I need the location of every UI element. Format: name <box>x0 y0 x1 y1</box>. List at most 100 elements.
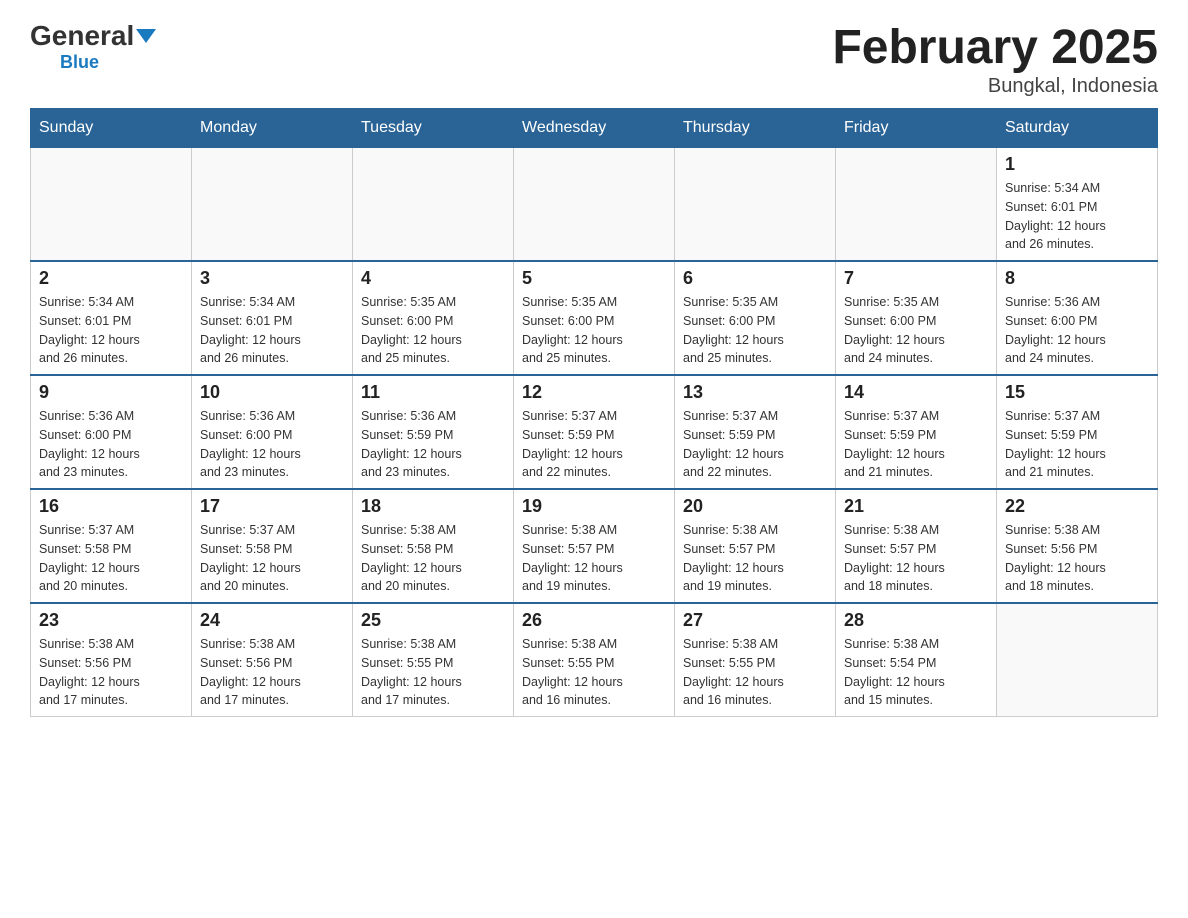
day-info: Sunrise: 5:36 AMSunset: 6:00 PMDaylight:… <box>39 407 183 482</box>
table-row: 2Sunrise: 5:34 AMSunset: 6:01 PMDaylight… <box>31 261 192 375</box>
table-row <box>31 148 192 262</box>
day-number: 19 <box>522 496 666 517</box>
day-info: Sunrise: 5:37 AMSunset: 5:59 PMDaylight:… <box>683 407 827 482</box>
table-row: 3Sunrise: 5:34 AMSunset: 6:01 PMDaylight… <box>192 261 353 375</box>
col-saturday: Saturday <box>997 109 1158 148</box>
day-info: Sunrise: 5:38 AMSunset: 5:56 PMDaylight:… <box>200 635 344 710</box>
table-row: 4 Sunrise: 5:35 AMSunset: 6:00 PMDaylight… <box>353 261 514 375</box>
day-number: 6 <box>683 268 827 289</box>
day-number: 13 <box>683 382 827 403</box>
day-info: Sunrise: 5:37 AMSunset: 5:59 PMDaylight:… <box>522 407 666 482</box>
col-friday: Friday <box>836 109 997 148</box>
day-info: Sunrise: 5:35 AMSunset: 6:00 PMDaylight:… <box>361 293 505 368</box>
day-number: 18 <box>361 496 505 517</box>
page-header: General Blue February 2025 Bungkal, Indo… <box>30 20 1158 98</box>
table-row <box>192 148 353 262</box>
table-row: 15 Sunrise: 5:37 AMSunset: 5:59 PMDayligh… <box>997 375 1158 489</box>
day-info: Sunrise: 5:38 AMSunset: 5:57 PMDaylight:… <box>522 521 666 596</box>
table-row: 22 Sunrise: 5:38 AMSunset: 5:56 PMDayligh… <box>997 489 1158 603</box>
table-row: 11 Sunrise: 5:36 AMSunset: 5:59 PMDayligh… <box>353 375 514 489</box>
table-row: 17 Sunrise: 5:37 AMSunset: 5:58 PMDayligh… <box>192 489 353 603</box>
table-row: 18 Sunrise: 5:38 AMSunset: 5:58 PMDayligh… <box>353 489 514 603</box>
table-row: 20 Sunrise: 5:38 AMSunset: 5:57 PMDayligh… <box>675 489 836 603</box>
day-number: 26 <box>522 610 666 631</box>
day-info: Sunrise: 5:38 AMSunset: 5:54 PMDaylight:… <box>844 635 988 710</box>
calendar-week-row: 16Sunrise: 5:37 AMSunset: 5:58 PMDayligh… <box>31 489 1158 603</box>
col-thursday: Thursday <box>675 109 836 148</box>
day-info: Sunrise: 5:38 AMSunset: 5:57 PMDaylight:… <box>844 521 988 596</box>
table-row: 28 Sunrise: 5:38 AMSunset: 5:54 PMDayligh… <box>836 603 997 717</box>
day-number: 24 <box>200 610 344 631</box>
day-number: 15 <box>1005 382 1149 403</box>
table-row: 14 Sunrise: 5:37 AMSunset: 5:59 PMDayligh… <box>836 375 997 489</box>
day-number: 20 <box>683 496 827 517</box>
table-row: 7 Sunrise: 5:35 AMSunset: 6:00 PMDaylight… <box>836 261 997 375</box>
table-row: 26 Sunrise: 5:38 AMSunset: 5:55 PMDayligh… <box>514 603 675 717</box>
col-tuesday: Tuesday <box>353 109 514 148</box>
day-number: 7 <box>844 268 988 289</box>
day-number: 21 <box>844 496 988 517</box>
day-number: 4 <box>361 268 505 289</box>
day-number: 11 <box>361 382 505 403</box>
day-info: Sunrise: 5:37 AMSunset: 5:58 PMDaylight:… <box>200 521 344 596</box>
col-sunday: Sunday <box>31 109 192 148</box>
table-row <box>514 148 675 262</box>
calendar-week-row: 23 Sunrise: 5:38 AMSunset: 5:56 PMDayligh… <box>31 603 1158 717</box>
day-info: Sunrise: 5:38 AMSunset: 5:55 PMDaylight:… <box>361 635 505 710</box>
day-number: 9 <box>39 382 183 403</box>
calendar-table: Sunday Monday Tuesday Wednesday Thursday… <box>30 108 1158 717</box>
day-info: Sunrise: 5:34 AMSunset: 6:01 PMDaylight:… <box>1005 179 1149 254</box>
table-row: 6 Sunrise: 5:35 AMSunset: 6:00 PMDaylight… <box>675 261 836 375</box>
day-number: 28 <box>844 610 988 631</box>
month-title: February 2025 <box>832 20 1158 75</box>
table-row: 25 Sunrise: 5:38 AMSunset: 5:55 PMDayligh… <box>353 603 514 717</box>
day-number: 5 <box>522 268 666 289</box>
day-number: 1 <box>1005 154 1149 175</box>
day-number: 12 <box>522 382 666 403</box>
table-row <box>353 148 514 262</box>
table-row: 1 Sunrise: 5:34 AMSunset: 6:01 PMDaylight… <box>997 148 1158 262</box>
logo: General Blue <box>30 20 156 73</box>
calendar-week-row: 2Sunrise: 5:34 AMSunset: 6:01 PMDaylight… <box>31 261 1158 375</box>
day-info: Sunrise: 5:36 AMSunset: 6:00 PMDaylight:… <box>200 407 344 482</box>
calendar-week-row: 1 Sunrise: 5:34 AMSunset: 6:01 PMDaylight… <box>31 148 1158 262</box>
table-row: 19 Sunrise: 5:38 AMSunset: 5:57 PMDayligh… <box>514 489 675 603</box>
day-info: Sunrise: 5:38 AMSunset: 5:56 PMDaylight:… <box>1005 521 1149 596</box>
logo-general-text: General <box>30 20 134 52</box>
table-row <box>675 148 836 262</box>
day-number: 22 <box>1005 496 1149 517</box>
day-info: Sunrise: 5:37 AMSunset: 5:59 PMDaylight:… <box>1005 407 1149 482</box>
day-info: Sunrise: 5:37 AMSunset: 5:59 PMDaylight:… <box>844 407 988 482</box>
day-number: 17 <box>200 496 344 517</box>
table-row: 21 Sunrise: 5:38 AMSunset: 5:57 PMDayligh… <box>836 489 997 603</box>
day-number: 14 <box>844 382 988 403</box>
day-number: 2 <box>39 268 183 289</box>
day-number: 3 <box>200 268 344 289</box>
table-row: 5Sunrise: 5:35 AMSunset: 6:00 PMDaylight… <box>514 261 675 375</box>
col-monday: Monday <box>192 109 353 148</box>
day-info: Sunrise: 5:35 AMSunset: 6:00 PMDaylight:… <box>844 293 988 368</box>
table-row: 27 Sunrise: 5:38 AMSunset: 5:55 PMDayligh… <box>675 603 836 717</box>
logo-triangle-icon <box>136 29 156 43</box>
day-info: Sunrise: 5:37 AMSunset: 5:58 PMDaylight:… <box>39 521 183 596</box>
day-info: Sunrise: 5:36 AMSunset: 6:00 PMDaylight:… <box>1005 293 1149 368</box>
day-info: Sunrise: 5:38 AMSunset: 5:55 PMDaylight:… <box>522 635 666 710</box>
day-info: Sunrise: 5:35 AMSunset: 6:00 PMDaylight:… <box>683 293 827 368</box>
table-row <box>997 603 1158 717</box>
day-number: 23 <box>39 610 183 631</box>
calendar-header-row: Sunday Monday Tuesday Wednesday Thursday… <box>31 109 1158 148</box>
day-info: Sunrise: 5:38 AMSunset: 5:58 PMDaylight:… <box>361 521 505 596</box>
col-wednesday: Wednesday <box>514 109 675 148</box>
table-row: 24 Sunrise: 5:38 AMSunset: 5:56 PMDayligh… <box>192 603 353 717</box>
table-row: 16Sunrise: 5:37 AMSunset: 5:58 PMDayligh… <box>31 489 192 603</box>
title-block: February 2025 Bungkal, Indonesia <box>832 20 1158 98</box>
day-info: Sunrise: 5:36 AMSunset: 5:59 PMDaylight:… <box>361 407 505 482</box>
table-row: 10Sunrise: 5:36 AMSunset: 6:00 PMDayligh… <box>192 375 353 489</box>
day-info: Sunrise: 5:38 AMSunset: 5:55 PMDaylight:… <box>683 635 827 710</box>
location-text: Bungkal, Indonesia <box>832 75 1158 98</box>
day-number: 25 <box>361 610 505 631</box>
day-number: 27 <box>683 610 827 631</box>
calendar-week-row: 9 Sunrise: 5:36 AMSunset: 6:00 PMDaylight… <box>31 375 1158 489</box>
day-info: Sunrise: 5:38 AMSunset: 5:57 PMDaylight:… <box>683 521 827 596</box>
table-row: 9 Sunrise: 5:36 AMSunset: 6:00 PMDaylight… <box>31 375 192 489</box>
